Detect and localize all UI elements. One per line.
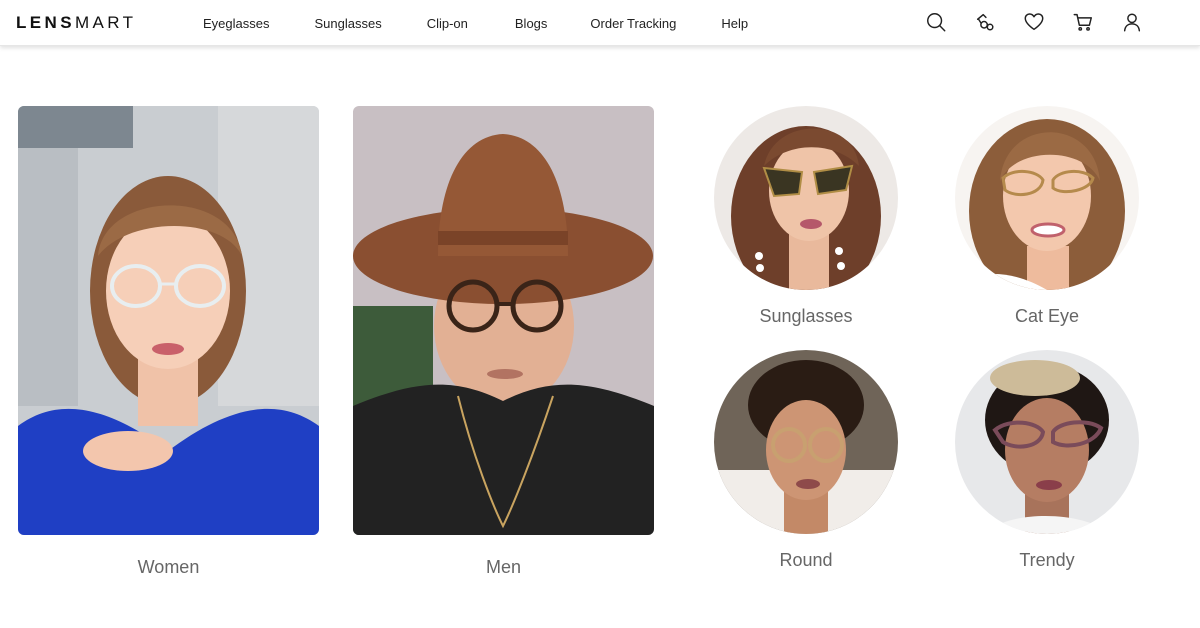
heart-icon[interactable] xyxy=(1022,10,1046,34)
nav-item-blogs[interactable]: Blogs xyxy=(515,16,548,31)
sunglasses-photo xyxy=(714,106,898,290)
women-photo xyxy=(18,106,319,535)
category-circle-cat-eye[interactable] xyxy=(955,106,1139,290)
try-on-icon[interactable] xyxy=(973,10,997,34)
round-photo xyxy=(714,350,898,534)
user-icon[interactable] xyxy=(1120,10,1144,34)
category-card-women[interactable] xyxy=(18,106,319,535)
category-label-cat-eye[interactable]: Cat Eye xyxy=(955,306,1139,327)
logo-light-text: MART xyxy=(74,13,137,32)
category-label-round[interactable]: Round xyxy=(714,550,898,571)
nav-item-eyeglasses[interactable]: Eyeglasses xyxy=(203,16,269,31)
cat-eye-photo xyxy=(955,106,1139,290)
cart-icon[interactable] xyxy=(1071,10,1095,34)
category-label-women[interactable]: Women xyxy=(18,557,319,578)
category-circle-sunglasses[interactable] xyxy=(714,106,898,290)
category-card-men[interactable] xyxy=(353,106,654,535)
brand-logo[interactable]: LENS MART xyxy=(16,12,136,34)
nav-item-sunglasses[interactable]: Sunglasses xyxy=(314,16,381,31)
category-circle-trendy[interactable] xyxy=(955,350,1139,534)
nav-item-clip-on[interactable]: Clip-on xyxy=(427,16,468,31)
men-photo xyxy=(353,106,654,535)
search-icon[interactable] xyxy=(924,10,948,34)
main-nav: Eyeglasses Sunglasses Clip-on Blogs Orde… xyxy=(203,0,748,46)
category-label-trendy[interactable]: Trendy xyxy=(955,550,1139,571)
category-circle-round[interactable] xyxy=(714,350,898,534)
header-icons xyxy=(924,10,1144,34)
trendy-photo xyxy=(955,350,1139,534)
site-header: LENS MART Eyeglasses Sunglasses Clip-on B… xyxy=(0,0,1200,46)
nav-item-help[interactable]: Help xyxy=(721,16,748,31)
nav-item-order-tracking[interactable]: Order Tracking xyxy=(590,16,676,31)
category-label-men[interactable]: Men xyxy=(353,557,654,578)
category-label-sunglasses[interactable]: Sunglasses xyxy=(714,306,898,327)
logo-bold-text: LENS xyxy=(16,13,75,32)
